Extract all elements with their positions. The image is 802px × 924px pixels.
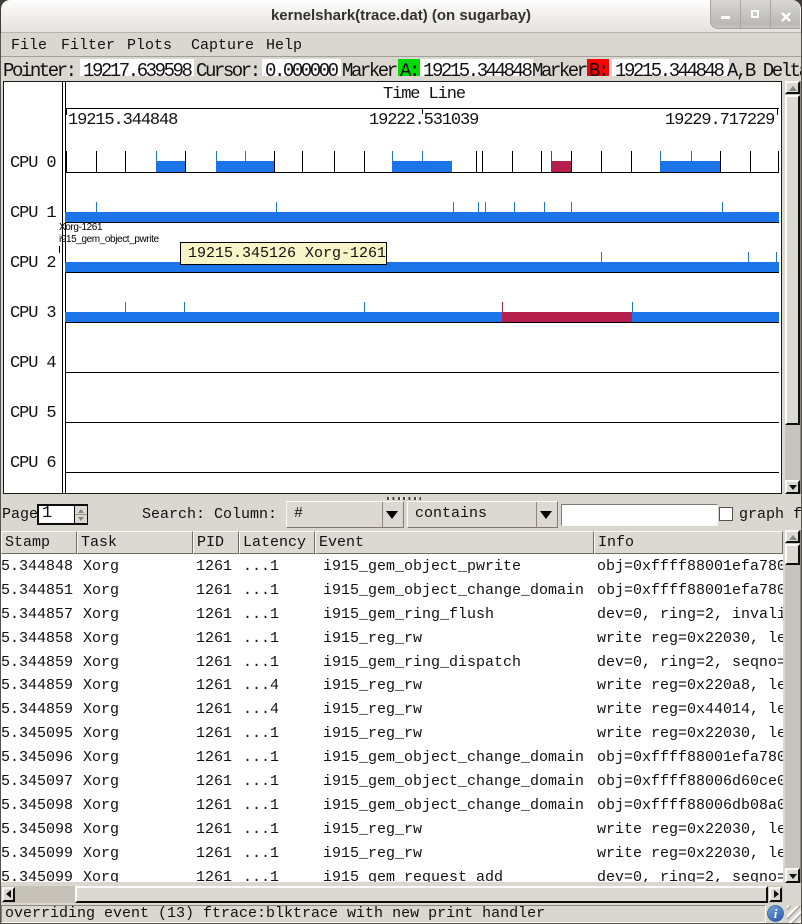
svg-text:i: i [774,906,778,921]
